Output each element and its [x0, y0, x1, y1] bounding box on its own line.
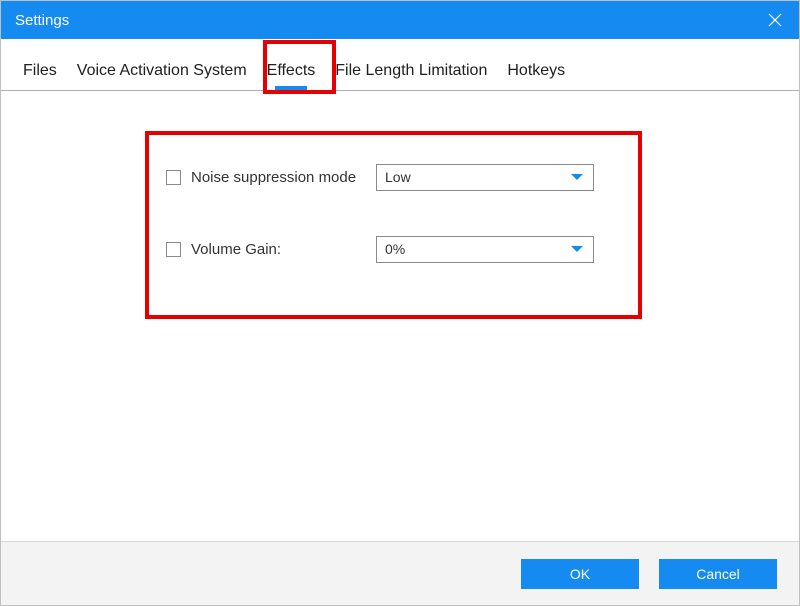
tab-hotkeys[interactable]: Hotkeys: [507, 62, 565, 90]
ok-button[interactable]: OK: [521, 559, 639, 589]
window-title: Settings: [15, 12, 69, 29]
volume-gain-label: Volume Gain:: [191, 241, 281, 258]
titlebar: Settings: [1, 1, 799, 39]
noise-suppression-checkbox[interactable]: [166, 170, 181, 185]
chevron-down-icon: [571, 246, 583, 252]
volume-gain-left: Volume Gain:: [166, 241, 376, 258]
tabs-row: Files Voice Activation System Effects Fi…: [1, 39, 799, 91]
content-area: Noise suppression mode Low Volume Gain: …: [1, 91, 799, 541]
noise-suppression-row: Noise suppression mode Low: [166, 163, 799, 191]
noise-suppression-value: Low: [385, 169, 411, 185]
volume-gain-row: Volume Gain: 0%: [166, 235, 799, 263]
volume-gain-value: 0%: [385, 241, 405, 257]
close-icon: [768, 13, 782, 27]
tab-files[interactable]: Files: [23, 62, 57, 90]
noise-suppression-select[interactable]: Low: [376, 164, 594, 191]
volume-gain-select[interactable]: 0%: [376, 236, 594, 263]
noise-suppression-left: Noise suppression mode: [166, 169, 376, 186]
noise-suppression-label: Noise suppression mode: [191, 169, 356, 186]
close-button[interactable]: [751, 1, 799, 39]
tab-voice-activation-system[interactable]: Voice Activation System: [77, 62, 247, 90]
cancel-button[interactable]: Cancel: [659, 559, 777, 589]
settings-window: Settings Files Voice Activation System E…: [0, 0, 800, 606]
footer: OK Cancel: [1, 541, 799, 605]
chevron-down-icon: [571, 174, 583, 180]
tab-effects[interactable]: Effects: [267, 62, 316, 90]
tab-file-length-limitation[interactable]: File Length Limitation: [335, 62, 487, 90]
volume-gain-checkbox[interactable]: [166, 242, 181, 257]
